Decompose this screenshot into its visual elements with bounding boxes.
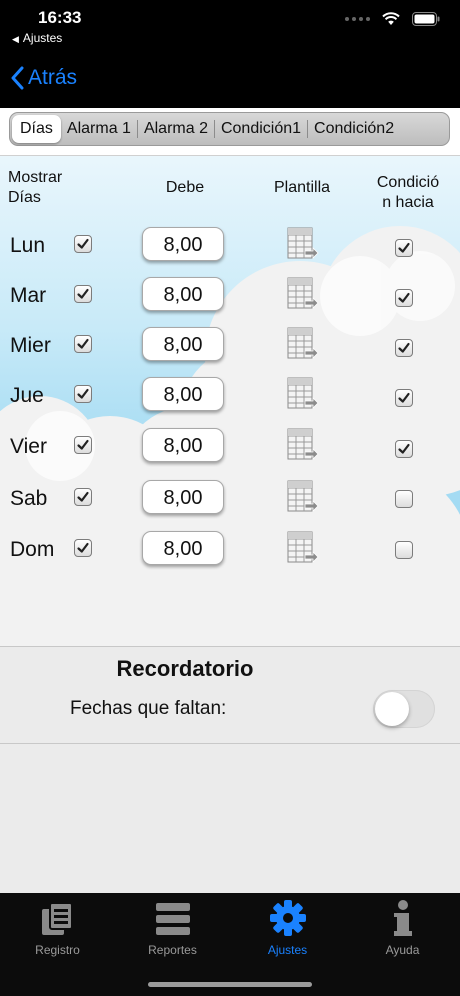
template-icon[interactable] (287, 428, 319, 462)
condition-checkbox[interactable] (395, 440, 413, 458)
days-settings-panel: Mostrar Días Debe Plantilla Condició n h… (0, 156, 460, 646)
condition-checkbox[interactable] (395, 339, 413, 357)
reminder-section: Recordatorio Fechas que faltan: (0, 646, 460, 744)
tab-reportes-label: Reportes (148, 943, 197, 957)
reminder-title: Recordatorio (116, 656, 254, 681)
due-hours-input[interactable]: 8,00 (142, 531, 224, 565)
show-day-checkbox[interactable] (74, 436, 92, 454)
tab-bar: Registro Reportes Ajustes Ayuda (0, 893, 460, 996)
tab-reportes[interactable]: Reportes (115, 899, 230, 957)
show-day-checkbox[interactable] (74, 235, 92, 253)
condition-checkbox[interactable] (395, 239, 413, 257)
show-day-checkbox[interactable] (74, 285, 92, 303)
day-row-dom: Dom 8,00 (0, 531, 460, 571)
header-show-days: Mostrar Días (8, 168, 62, 208)
toggle-knob (375, 692, 409, 726)
show-day-checkbox[interactable] (74, 539, 92, 557)
template-icon[interactable] (287, 227, 319, 261)
header-condition-line1: Condició (376, 174, 440, 191)
day-row-vier: Vier 8,00 (0, 428, 460, 468)
back-app-label: Ajustes (22, 31, 63, 45)
header-template: Plantilla (273, 179, 331, 196)
back-label: Atrás (28, 66, 78, 89)
day-label: Mier (10, 334, 51, 357)
template-icon[interactable] (287, 480, 319, 514)
gear-icon (230, 899, 345, 937)
day-label: Mar (10, 284, 47, 307)
status-indicators (345, 12, 440, 26)
navigation-bar: 16:33 ◀ Ajustes Atrás (0, 0, 460, 108)
wifi-icon (382, 12, 400, 26)
segment-bar: Días Alarma 1 Alarma 2 Condición1 Condic… (0, 108, 460, 156)
missing-dates-label: Fechas que faltan: (70, 698, 227, 719)
tab-ayuda[interactable]: Ayuda (345, 899, 460, 957)
day-row-lun: Lun 8,00 (0, 227, 460, 267)
tab-registro-label: Registro (35, 943, 80, 957)
condition-checkbox[interactable] (395, 289, 413, 307)
tab-registro[interactable]: Registro (0, 899, 115, 957)
template-icon[interactable] (287, 531, 319, 565)
due-hours-input[interactable]: 8,00 (142, 480, 224, 514)
day-label: Sab (10, 487, 48, 510)
header-due: Debe (165, 179, 205, 196)
day-label: Vier (10, 435, 47, 458)
segmented-control: Días Alarma 1 Alarma 2 Condición1 Condic… (9, 112, 450, 146)
template-icon[interactable] (287, 327, 319, 361)
tab-ajustes-label: Ajustes (267, 943, 308, 957)
tab-alarma-1[interactable]: Alarma 1 (61, 115, 137, 143)
condition-checkbox[interactable] (395, 490, 413, 508)
header-show-days-line1: Mostrar (8, 169, 63, 186)
day-row-jue: Jue 8,00 (0, 377, 460, 417)
condition-checkbox[interactable] (395, 389, 413, 407)
template-icon[interactable] (287, 377, 319, 411)
info-icon (345, 899, 460, 937)
documents-icon (0, 899, 115, 937)
chevron-left-icon (11, 66, 24, 90)
tab-ayuda-label: Ayuda (385, 943, 420, 957)
day-label: Dom (10, 538, 55, 561)
list-icon (115, 899, 230, 937)
day-row-mier: Mier 8,00 (0, 327, 460, 367)
header-show-days-line2: Días (8, 189, 41, 206)
day-row-sab: Sab 8,00 (0, 480, 460, 520)
battery-icon (412, 12, 440, 26)
due-hours-input[interactable]: 8,00 (142, 277, 224, 311)
template-icon[interactable] (287, 277, 319, 311)
due-hours-input[interactable]: 8,00 (142, 428, 224, 462)
header-condition-line2: n hacia (382, 194, 434, 211)
due-hours-input[interactable]: 8,00 (142, 327, 224, 361)
tab-condicion-2[interactable]: Condición2 (308, 115, 400, 143)
back-button[interactable]: Atrás (10, 66, 77, 90)
header-condition: Condició n hacia (368, 173, 448, 213)
due-hours-input[interactable]: 8,00 (142, 227, 224, 261)
home-indicator (148, 982, 312, 987)
missing-dates-toggle[interactable] (373, 690, 435, 728)
due-hours-input[interactable]: 8,00 (142, 377, 224, 411)
tab-condicion-1[interactable]: Condición1 (215, 115, 307, 143)
status-time: 16:33 (38, 8, 82, 27)
show-day-checkbox[interactable] (74, 385, 92, 403)
show-day-checkbox[interactable] (74, 335, 92, 353)
tab-alarma-2[interactable]: Alarma 2 (138, 115, 214, 143)
day-row-mar: Mar 8,00 (0, 277, 460, 317)
condition-checkbox[interactable] (395, 541, 413, 559)
back-to-app-link[interactable]: ◀ Ajustes (12, 31, 62, 45)
day-label: Lun (10, 234, 46, 257)
tab-dias[interactable]: Días (12, 115, 61, 143)
signal-icon (345, 17, 370, 21)
day-label: Jue (10, 384, 44, 407)
show-day-checkbox[interactable] (74, 488, 92, 506)
tab-ajustes[interactable]: Ajustes (230, 899, 345, 957)
back-triangle-icon: ◀ (12, 34, 19, 44)
